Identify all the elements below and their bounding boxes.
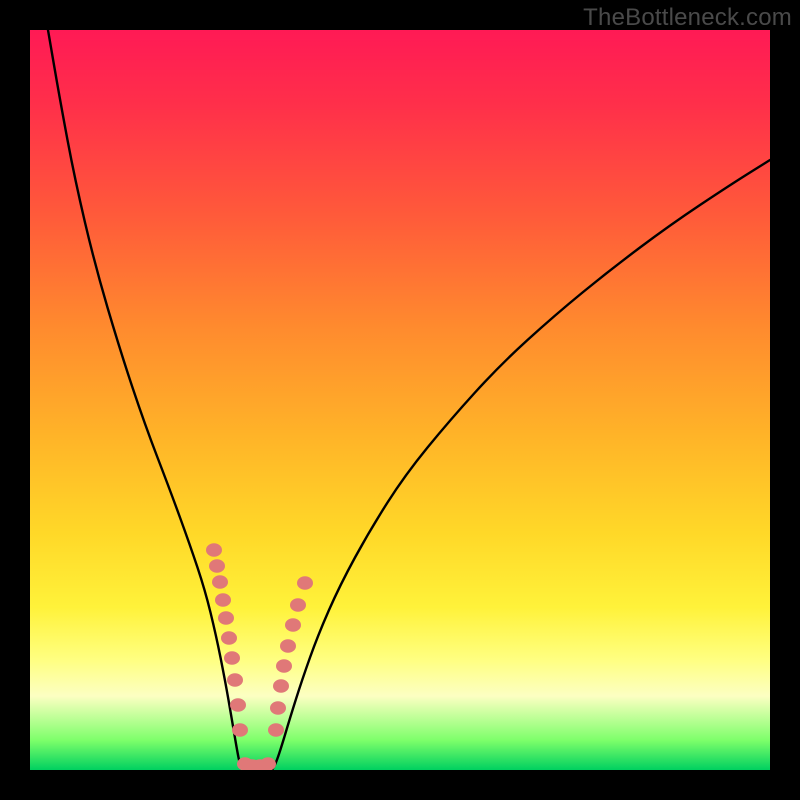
bead-marker xyxy=(290,598,306,612)
bead-marker xyxy=(297,576,313,590)
bead-markers xyxy=(206,543,313,770)
bead-marker xyxy=(268,723,284,737)
bead-marker xyxy=(221,631,237,645)
bead-marker xyxy=(273,679,289,693)
bead-marker xyxy=(215,593,231,607)
bead-marker xyxy=(206,543,222,557)
bottleneck-plot xyxy=(30,30,770,770)
bead-marker xyxy=(260,757,276,770)
bead-marker xyxy=(227,673,243,687)
bead-marker xyxy=(230,698,246,712)
bead-marker xyxy=(276,659,292,673)
bead-marker xyxy=(280,639,296,653)
curve-right xyxy=(272,160,770,770)
bead-marker xyxy=(224,651,240,665)
curve-left xyxy=(48,30,244,770)
bead-marker xyxy=(270,701,286,715)
bead-marker xyxy=(285,618,301,632)
watermark-text: TheBottleneck.com xyxy=(583,4,792,32)
chart-frame xyxy=(30,30,770,770)
bead-marker xyxy=(232,723,248,737)
bead-marker xyxy=(212,575,228,589)
bead-marker xyxy=(209,559,225,573)
bead-marker xyxy=(218,611,234,625)
